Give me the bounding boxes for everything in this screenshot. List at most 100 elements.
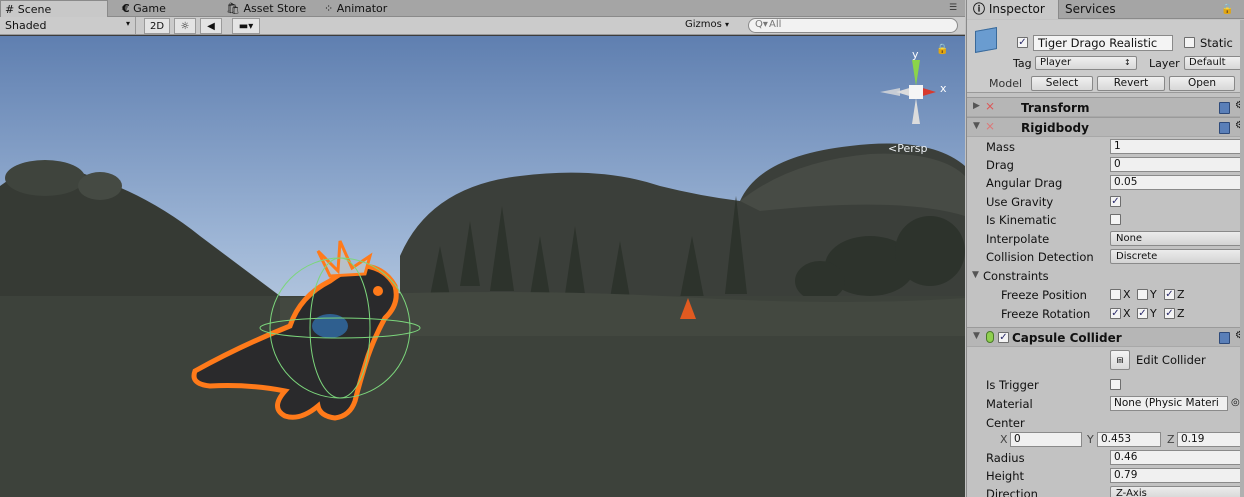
constraints-row[interactable]: ▼ Constraints: [967, 266, 1244, 285]
tab-inspector[interactable]: ⓘ Inspector: [967, 0, 1059, 19]
asset-store-icon: 🛍: [226, 2, 240, 15]
transform-header[interactable]: ▶ ⨯ Transform ⚙: [967, 97, 1244, 117]
radius-row: Radius 0.46: [967, 448, 1244, 467]
model-select-button[interactable]: Select: [1031, 76, 1093, 91]
collision-detection-row: Collision Detection Discrete: [967, 247, 1244, 266]
static-checkbox[interactable]: [1184, 37, 1195, 48]
radius-field[interactable]: 0.46: [1110, 450, 1244, 465]
freeze-position-y-checkbox[interactable]: [1137, 289, 1148, 300]
object-name-input[interactable]: Tiger Drago Realistic: [1033, 35, 1173, 51]
use-gravity-row: Use Gravity ✓: [986, 195, 1121, 209]
foldout-expanded-icon: ▼: [972, 270, 979, 280]
tab-services[interactable]: Services: [1059, 0, 1139, 19]
rigidbody-icon: ⨯: [985, 119, 996, 133]
inspector-tab-bar: ⓘ Inspector Services 🔒: [967, 0, 1244, 19]
help-book-icon[interactable]: [1219, 332, 1230, 344]
tab-game[interactable]: € Game: [118, 0, 218, 17]
capsule-collider-header[interactable]: ▼ ✓ Capsule Collider ⚙: [967, 327, 1244, 347]
center-z-field[interactable]: 0.19: [1177, 432, 1241, 447]
model-open-button[interactable]: Open: [1169, 76, 1235, 91]
capsule-enabled-checkbox[interactable]: ✓: [998, 332, 1009, 343]
height-field[interactable]: 0.79: [1110, 468, 1244, 483]
is-trigger-checkbox[interactable]: [1110, 379, 1121, 390]
shading-mode-dropdown[interactable]: Shaded ▾: [0, 17, 136, 34]
dropdown-arrow-icon: ↕: [1124, 58, 1131, 67]
collision-detection-dropdown[interactable]: Discrete: [1110, 249, 1244, 264]
mass-row: Mass 1: [967, 137, 1244, 156]
freeze-rotation-z-checkbox[interactable]: ✓: [1164, 308, 1175, 319]
is-kinematic-row: Is Kinematic: [967, 210, 1244, 229]
layer-dropdown[interactable]: Default: [1184, 56, 1244, 70]
direction-dropdown[interactable]: Z-Axis: [1110, 486, 1244, 497]
lighting-toggle-icon[interactable]: ☼: [174, 18, 196, 34]
drag-field[interactable]: 0: [1110, 157, 1244, 172]
foldout-collapsed-icon: ▶: [973, 101, 980, 111]
drag-row: Drag 0: [967, 155, 1244, 174]
freeze-rotation-y-checkbox[interactable]: ✓: [1137, 308, 1148, 319]
chevron-left-icon: <: [888, 142, 898, 155]
tab-scene[interactable]: # Scene: [0, 0, 108, 17]
freeze-position-z-checkbox[interactable]: ✓: [1164, 289, 1175, 300]
freeze-rotation-row: Freeze Rotation ✓ X ✓ Y ✓ Z: [1001, 307, 1185, 321]
center-values-row: X 0 Y 0.453 Z 0.19: [967, 430, 1244, 449]
center-x-field[interactable]: 0: [1010, 432, 1082, 447]
freeze-position-row: Freeze Position X Y ✓ Z: [1001, 288, 1185, 302]
info-icon: ⓘ: [973, 2, 986, 16]
lock-icon[interactable]: 🔒: [936, 44, 948, 55]
is-trigger-row: Is Trigger: [967, 375, 1244, 394]
tab-menu-icon[interactable]: ☰: [949, 3, 957, 13]
scene-viewport[interactable]: y x 🔒 <Persp: [0, 36, 965, 497]
material-row: Material None (Physic Materi ◎: [986, 396, 1240, 411]
active-checkbox[interactable]: ✓: [1017, 37, 1028, 48]
tab-asset-store[interactable]: 🛍 Asset Store: [222, 0, 314, 17]
capsule-collider-icon: [986, 331, 994, 343]
left-rock-small: [78, 172, 122, 200]
prefab-cube-icon: [975, 27, 997, 53]
edit-collider-icon[interactable]: ⩎: [1110, 350, 1130, 370]
interpolate-dropdown[interactable]: None: [1110, 231, 1244, 246]
direction-row: Direction Z-Axis: [967, 484, 1244, 497]
audio-toggle-icon[interactable]: ◀: [200, 18, 222, 34]
edit-collider-row: ⩎ Edit Collider: [967, 348, 1244, 372]
search-icon: Q▾: [755, 19, 768, 30]
help-book-icon[interactable]: [1219, 102, 1230, 114]
scene-orientation-gizmo[interactable]: y x: [876, 48, 956, 132]
foldout-expanded-icon: ▼: [973, 331, 980, 341]
use-gravity-checkbox[interactable]: ✓: [1110, 196, 1121, 207]
freeze-position-x-checkbox[interactable]: [1110, 289, 1121, 300]
lock-icon[interactable]: 🔒: [1221, 4, 1233, 15]
effects-toggle-icon[interactable]: ▬▾: [232, 18, 260, 34]
tag-dropdown[interactable]: Player ↕: [1035, 56, 1137, 70]
animator-icon: ⁘: [324, 2, 334, 15]
projection-label[interactable]: <Persp: [888, 142, 927, 155]
is-kinematic-checkbox[interactable]: [1110, 214, 1121, 225]
inspector-panel: ⓘ Inspector Services 🔒 ✓ Tiger Drago Rea…: [966, 0, 1244, 497]
material-field[interactable]: None (Physic Materi: [1110, 396, 1228, 411]
scene-toolbar: Shaded ▾ 2D ☼ ◀ ▬▾ Gizmos ▾ Q▾ All: [0, 17, 965, 35]
2d-toggle-button[interactable]: 2D: [144, 18, 170, 34]
rigidbody-header[interactable]: ▼ ⨯ Rigidbody ⚙: [967, 117, 1244, 137]
height-row: Height 0.79: [967, 466, 1244, 485]
tab-animator[interactable]: ⁘ Animator: [320, 0, 410, 17]
model-revert-button[interactable]: Revert: [1097, 76, 1165, 91]
freeze-rotation-x-checkbox[interactable]: ✓: [1110, 308, 1121, 319]
dropdown-arrow-icon: ▾: [725, 20, 730, 29]
angular-drag-field[interactable]: 0.05: [1110, 175, 1244, 190]
inspector-scrollbar[interactable]: [1240, 20, 1244, 497]
center-y-field[interactable]: 0.453: [1097, 432, 1161, 447]
game-icon: €: [122, 2, 130, 15]
object-picker-icon[interactable]: ◎: [1231, 397, 1240, 408]
interpolate-row: Interpolate None: [967, 229, 1244, 248]
dropdown-arrow-icon: ▾: [126, 19, 131, 28]
foldout-expanded-icon: ▼: [973, 121, 980, 131]
help-book-icon[interactable]: [1219, 122, 1230, 134]
transform-icon: ⨯: [985, 99, 996, 113]
left-rock: [5, 160, 85, 196]
mass-field[interactable]: 1: [1110, 139, 1244, 154]
object-header: ✓ Tiger Drago Realistic Static Tag Playe…: [967, 20, 1244, 93]
scene-render: [0, 36, 965, 497]
gizmos-dropdown[interactable]: Gizmos ▾: [685, 19, 742, 33]
dragon-eye: [373, 286, 383, 296]
scene-search-input[interactable]: Q▾ All: [748, 18, 958, 33]
scene-grid-icon: #: [5, 3, 15, 16]
